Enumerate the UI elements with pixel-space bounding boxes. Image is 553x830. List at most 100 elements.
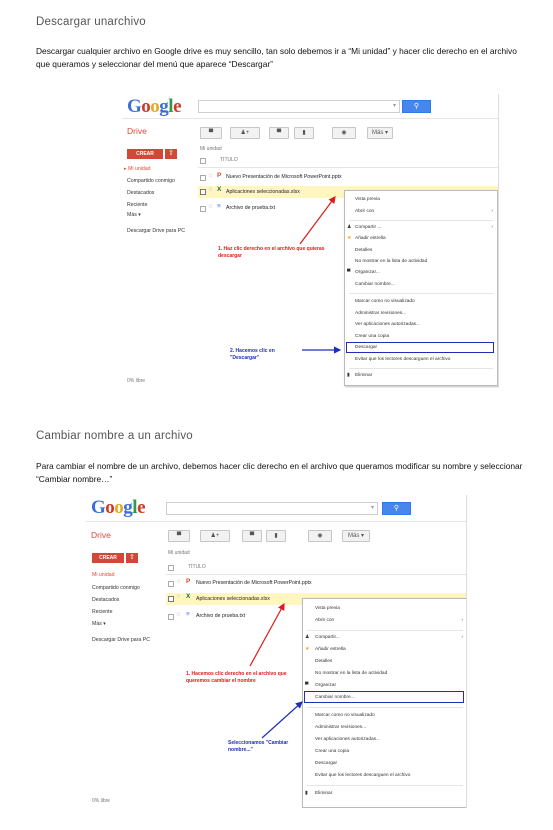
menu-item-detalles[interactable]: Detalles bbox=[355, 248, 372, 253]
section-heading-descargar: Descargar unarchivo bbox=[36, 16, 146, 28]
list-divider bbox=[198, 167, 498, 168]
menu-item-administrar[interactable]: Administrar revisiones... bbox=[355, 311, 406, 316]
menu-item-anadir-estrella[interactable]: Añadir estrella bbox=[355, 236, 386, 241]
menu-item-eliminar[interactable]: Eliminar bbox=[355, 373, 372, 378]
search-input[interactable]: ▾ bbox=[166, 502, 378, 515]
star-icon[interactable]: ☆ bbox=[208, 187, 213, 193]
menu-item-cambiar-nombre[interactable]: Cambiar nombre... bbox=[355, 282, 395, 287]
select-all-checkbox[interactable] bbox=[168, 565, 174, 571]
nav-mas[interactable]: Más ▾ bbox=[127, 212, 141, 218]
menu-item-crear-copia[interactable]: Crear una copia bbox=[315, 749, 349, 754]
row-checkbox[interactable] bbox=[168, 614, 174, 620]
star-icon[interactable]: ☆ bbox=[176, 612, 181, 618]
search-button[interactable]: ⚲ bbox=[402, 100, 431, 113]
menu-item-organizar[interactable]: Organizar... bbox=[355, 270, 380, 275]
share-button[interactable]: ♟+ bbox=[230, 127, 260, 139]
nav-mi-unidad[interactable]: ▸ Mi unidad bbox=[124, 166, 151, 172]
menu-item-marcar[interactable]: Marcar como no visualizado bbox=[315, 713, 375, 718]
upload-button[interactable]: ⇧ bbox=[126, 553, 138, 563]
nav-destacados[interactable]: Destacados bbox=[92, 597, 119, 603]
menu-item-marcar[interactable]: Marcar como no visualizado bbox=[355, 299, 415, 304]
nav-compartido[interactable]: Compartido conmigo bbox=[127, 178, 175, 184]
create-button[interactable]: CREAR bbox=[127, 149, 163, 159]
trash-icon: ▮ bbox=[305, 791, 308, 796]
more-button[interactable]: Más ▾ bbox=[367, 127, 393, 139]
delete-button[interactable]: ▮ bbox=[266, 530, 286, 542]
new-folder-button[interactable]: ▀ bbox=[168, 530, 190, 542]
google-logo: Google bbox=[91, 497, 145, 518]
menu-item-ver-aplicaciones[interactable]: Ver aplicaciones autorizadas... bbox=[355, 322, 420, 327]
download-drive-link[interactable]: Descargar Drive para PC bbox=[127, 228, 185, 234]
file-name[interactable]: Archivo de prueba.txt bbox=[226, 205, 275, 211]
more-button[interactable]: Más ▾ bbox=[342, 530, 370, 542]
upload-button[interactable]: ⇧ bbox=[165, 149, 177, 159]
nav-destacados[interactable]: Destacados bbox=[127, 190, 154, 196]
menu-item-detalles[interactable]: Detalles bbox=[315, 659, 332, 664]
menu-item-compartir[interactable]: Compartir... bbox=[315, 635, 340, 640]
star-icon[interactable]: ☆ bbox=[176, 579, 181, 585]
menu-item-administrar[interactable]: Administrar revisiones... bbox=[315, 725, 366, 730]
header-divider bbox=[122, 118, 498, 119]
nav-mi-unidad[interactable]: Mi unidad bbox=[92, 572, 115, 578]
move-button[interactable]: ▀ bbox=[269, 127, 289, 139]
menu-item-descargar[interactable]: Descargar bbox=[315, 761, 337, 766]
share-person-icon: ♟+ bbox=[210, 533, 220, 539]
menu-item-ver-aplicaciones[interactable]: Ver aplicaciones autorizadas... bbox=[315, 737, 380, 742]
share-person-icon: ♟+ bbox=[240, 130, 250, 136]
section-heading-cambiar-nombre: Cambiar nombre a un archivo bbox=[36, 430, 193, 442]
preview-button[interactable]: ◉ bbox=[332, 127, 356, 139]
menu-item-anadir-estrella[interactable]: Añadir estrella bbox=[315, 647, 346, 652]
menu-item-evitar-descarga[interactable]: Evitar que los lectores descarguen el ar… bbox=[355, 357, 450, 362]
file-name[interactable]: Nuevo Presentación de Microsoft PowerPoi… bbox=[196, 580, 312, 586]
menu-item-organizar[interactable]: Organizar bbox=[315, 683, 336, 688]
storage-indicator: 0% libre bbox=[127, 378, 146, 384]
dropdown-arrow-icon[interactable]: ▾ bbox=[371, 503, 374, 514]
nav-reciente[interactable]: Reciente bbox=[127, 202, 147, 208]
row-checkbox[interactable] bbox=[200, 175, 206, 181]
create-button[interactable]: CREAR bbox=[92, 553, 124, 563]
download-drive-link[interactable]: Descargar Drive para PC bbox=[92, 637, 150, 643]
excel-icon: X bbox=[186, 593, 191, 600]
file-name[interactable]: Nuevo Presentación de Microsoft PowerPoi… bbox=[226, 174, 342, 180]
menu-item-vista-previa[interactable]: Vista previa bbox=[355, 197, 380, 202]
menu-item-compartir[interactable]: Compartir ... bbox=[355, 225, 381, 230]
eye-icon: ◉ bbox=[317, 533, 323, 539]
nav-mas[interactable]: Más ▾ bbox=[92, 621, 106, 627]
preview-button[interactable]: ◉ bbox=[308, 530, 332, 542]
search-button[interactable]: ⚲ bbox=[382, 502, 411, 515]
select-all-checkbox[interactable] bbox=[200, 158, 206, 164]
menu-item-no-mostrar[interactable]: No mostrar en la lista de actividad bbox=[355, 259, 427, 264]
menu-item-no-mostrar[interactable]: No mostrar en la lista de actividad bbox=[315, 671, 387, 676]
excel-icon: X bbox=[217, 186, 222, 193]
delete-button[interactable]: ▮ bbox=[294, 127, 314, 139]
section-body-descargar: Descargar cualquier archivo en Google dr… bbox=[36, 46, 517, 69]
row-checkbox[interactable] bbox=[168, 581, 174, 587]
menu-item-eliminar[interactable]: Eliminar bbox=[315, 791, 332, 796]
context-menu: Vista previa Abrir con › ♟ Compartir ...… bbox=[344, 190, 498, 386]
star-icon[interactable]: ☆ bbox=[208, 173, 213, 179]
dropdown-arrow-icon[interactable]: ▾ bbox=[393, 101, 396, 112]
star-icon[interactable]: ☆ bbox=[208, 204, 213, 210]
file-name[interactable]: Archivo de prueba.txt bbox=[196, 613, 245, 619]
menu-item-crear-copia[interactable]: Crear una copia bbox=[355, 334, 389, 339]
move-button[interactable]: ▀ bbox=[242, 530, 262, 542]
menu-item-vista-previa[interactable]: Vista previa bbox=[315, 606, 340, 611]
new-folder-button[interactable]: ▀ bbox=[200, 127, 222, 139]
menu-item-evitar-descarga[interactable]: Evitar que los lectores descarguen el ar… bbox=[315, 773, 410, 778]
row-checkbox[interactable] bbox=[200, 206, 206, 212]
chevron-right-icon: › bbox=[491, 209, 493, 214]
star-icon: ★ bbox=[347, 236, 352, 241]
share-button[interactable]: ♟+ bbox=[200, 530, 230, 542]
highlight-box bbox=[304, 691, 464, 703]
nav-compartido[interactable]: Compartido conmigo bbox=[92, 585, 140, 591]
menu-item-abrir-con[interactable]: Abrir con bbox=[355, 209, 374, 214]
row-checkbox-checked[interactable] bbox=[200, 189, 206, 195]
search-input[interactable]: ▾ bbox=[198, 100, 400, 113]
star-icon[interactable]: ☆ bbox=[176, 594, 181, 600]
menu-item-abrir-con[interactable]: Abrir con bbox=[315, 618, 334, 623]
row-checkbox-checked[interactable] bbox=[168, 596, 174, 602]
file-name[interactable]: Aplicaciones seleccionadas.xlsx bbox=[196, 596, 270, 602]
nav-reciente[interactable]: Reciente bbox=[92, 609, 112, 615]
folder-icon: ▀ bbox=[276, 130, 282, 136]
file-name[interactable]: Aplicaciones seleccionadas.xlsx bbox=[226, 189, 300, 195]
